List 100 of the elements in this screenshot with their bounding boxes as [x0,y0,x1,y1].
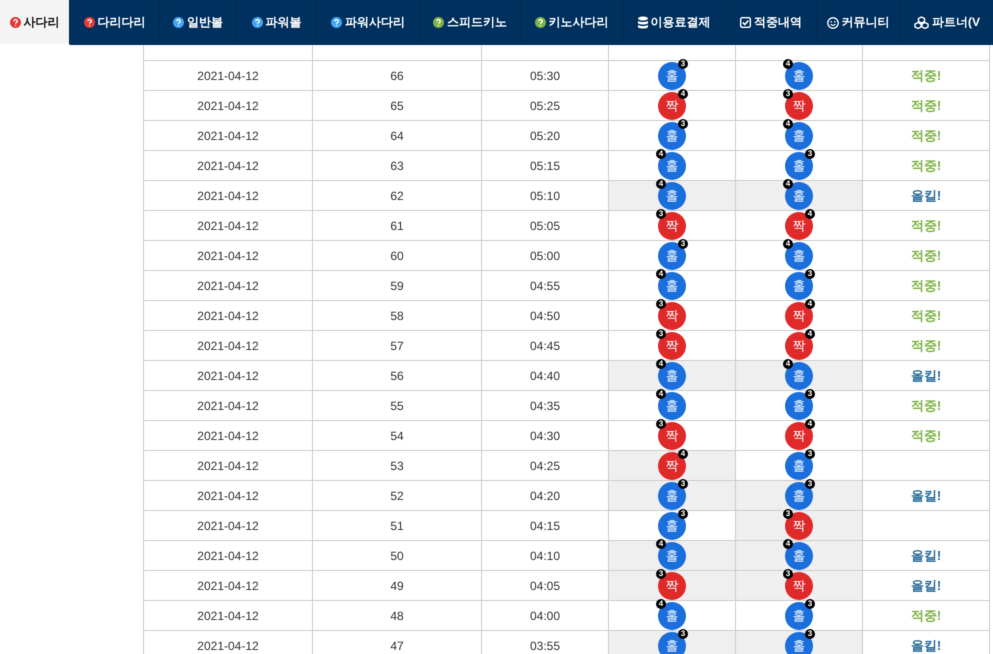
hit-text: 적중! [910,396,942,414]
odd-ball: 홀 3 [785,482,813,510]
hit-text: 적중! [910,156,942,174]
count-badge: 3 [678,628,688,638]
date-cell: 2021-04-12 [197,368,259,382]
time-cell: 04:15 [530,518,560,532]
date-cell: 2021-04-12 [197,338,259,352]
date-cell: 2021-04-12 [197,638,259,652]
odd-ball: 홀 3 [785,602,813,630]
even-ball: 짝 4 [785,302,813,330]
nav-tab[interactable]: 커뮤니티 [817,0,900,45]
nav-tab[interactable]: 파트너(V [900,0,993,45]
count-badge: 3 [783,88,793,98]
date-cell: 2021-04-12 [197,158,259,172]
round-cell: 58 [390,308,404,322]
count-badge: 3 [656,298,666,308]
nav-tab[interactable]: 파워볼 [237,0,317,45]
round-cell: 50 [390,548,404,562]
round-cell: 63 [390,158,404,172]
time-cell: 04:55 [530,278,560,292]
date-cell: 2021-04-12 [197,128,259,142]
odd-ball: 홀 4 [785,182,813,210]
nav-tab[interactable]: 사다리 [0,0,70,45]
time-cell: 04:50 [530,308,560,322]
time-cell: 04:00 [530,608,560,622]
hit-text: 적중! [910,606,942,624]
hit-text: 적중! [910,126,942,144]
nav-tab[interactable]: 다리다리 [70,0,160,45]
count-badge: 4 [805,328,815,338]
even-ball: 짝 4 [658,452,686,480]
count-badge: 4 [678,448,688,458]
checkbox-icon [740,17,751,28]
time-cell: 05:00 [530,248,560,262]
date-cell: 2021-04-12 [197,188,259,202]
round-cell: 64 [390,128,404,142]
date-cell: 2021-04-12 [197,218,259,232]
count-badge: 4 [805,418,815,428]
even-ball: 짝 3 [658,422,686,450]
count-badge: 4 [656,358,666,368]
odd-ball: 홀 3 [658,242,686,270]
even-ball: 짝 3 [658,212,686,240]
date-cell: 2021-04-12 [197,278,259,292]
count-badge: 4 [783,238,793,248]
round-cell: 57 [390,338,404,352]
even-ball: 짝 3 [785,512,813,540]
nav-tab[interactable]: 적중내역 [726,0,817,45]
count-badge: 4 [656,538,666,548]
date-cell: 2021-04-12 [197,458,259,472]
time-cell: 05:10 [530,188,560,202]
count-badge: 3 [805,478,815,488]
odd-ball: 홀 3 [785,152,813,180]
round-cell: 65 [390,98,404,112]
date-cell: 2021-04-12 [197,578,259,592]
hit-text: 적중! [910,96,942,114]
count-badge: 3 [805,148,815,158]
count-badge: 3 [656,328,666,338]
count-badge: 3 [805,268,815,278]
count-badge: 3 [678,58,688,68]
odd-ball: 홀 3 [785,632,813,654]
time-cell: 05:15 [530,158,560,172]
even-ball: 짝 3 [658,302,686,330]
odd-ball: 홀 4 [785,242,813,270]
hit-text: 적중! [910,336,942,354]
time-cell: 05:25 [530,98,560,112]
time-cell: 04:30 [530,428,560,442]
time-cell: 05:30 [530,68,560,82]
nav-tab[interactable]: 일반볼 [160,0,237,45]
odd-ball: 홀 4 [658,602,686,630]
even-ball: 짝 4 [658,92,686,120]
nav-tab[interactable]: 스피드키노 [420,0,521,45]
odd-ball: 홀 4 [785,62,813,90]
smiley-icon [826,16,838,28]
count-badge: 3 [805,448,815,458]
date-cell: 2021-04-12 [197,248,259,262]
odd-ball: 홀 4 [658,542,686,570]
all-kill-text: 올킬! [910,576,942,594]
nav-tab[interactable]: 키노사다리 [521,0,623,45]
count-badge: 3 [678,238,688,248]
nav-tab[interactable]: 이용료결제 [623,0,726,45]
date-cell: 2021-04-12 [197,98,259,112]
even-ball: 짝 3 [658,332,686,360]
hit-text: 적중! [910,306,942,324]
even-ball: 짝 4 [785,332,813,360]
odd-ball: 홀 3 [658,632,686,654]
round-cell: 51 [390,518,404,532]
count-badge: 4 [783,178,793,188]
time-cell: 04:20 [530,488,560,502]
round-cell: 56 [390,368,404,382]
time-cell: 04:40 [530,368,560,382]
count-badge: 4 [805,298,815,308]
odd-ball: 홀 4 [658,182,686,210]
count-badge: 4 [656,148,666,158]
round-cell: 49 [390,578,404,592]
time-cell: 03:55 [530,638,560,652]
all-kill-text: 올킬! [910,636,942,654]
odd-ball: 홀 4 [785,542,813,570]
hit-text: 적중! [910,276,942,294]
odd-ball: 홀 4 [658,272,686,300]
odd-ball: 홀 3 [658,512,686,540]
nav-tab[interactable]: 파워사다리 [317,0,420,45]
